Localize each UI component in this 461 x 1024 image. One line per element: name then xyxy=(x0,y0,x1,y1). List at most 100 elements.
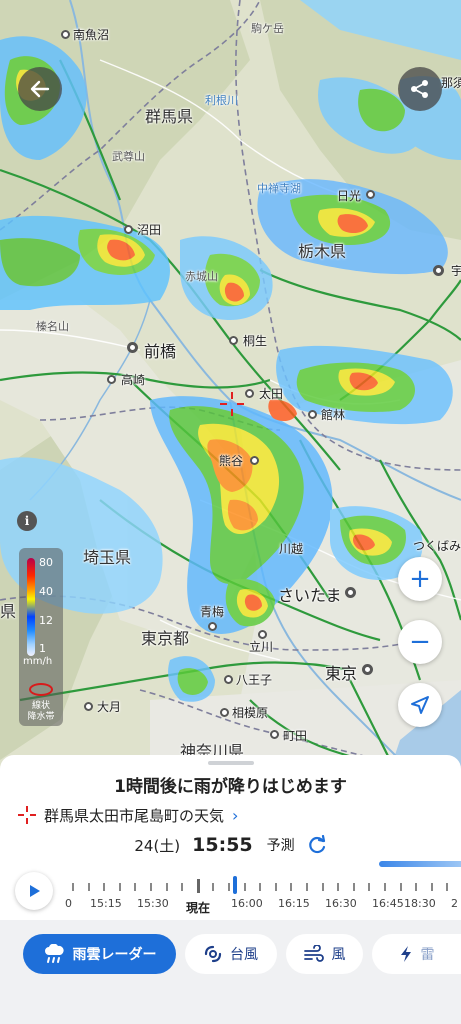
legend-band-label: 線状 xyxy=(31,701,50,711)
back-arrow-icon xyxy=(30,80,50,98)
date-label: 24(土) xyxy=(134,836,181,855)
timeline-now-tick xyxy=(196,879,200,893)
place-numata: 沼田 xyxy=(137,223,162,237)
city-dot xyxy=(124,225,133,234)
place-tokyo: 東京 xyxy=(325,664,358,683)
timeline-label: 16:30 xyxy=(325,897,357,910)
timeline-tick xyxy=(306,883,308,891)
place-misc: 利根川 xyxy=(205,94,238,107)
place-gunma-pref: 群馬県 xyxy=(145,107,194,126)
timeline-tick xyxy=(134,883,137,891)
legend-label: 80 xyxy=(39,556,53,569)
place-saitama: さいたま xyxy=(278,586,342,605)
forecast-headline: 1時間後に雨が降りはじめます xyxy=(114,777,347,797)
place-tanigawa: 武尊山 xyxy=(112,150,145,163)
timeline-tick xyxy=(415,883,418,891)
place-kiryu: 桐生 xyxy=(243,334,268,348)
place-haruna: 榛名山 xyxy=(36,320,69,333)
legend-label: 1 xyxy=(39,642,46,655)
place-takasaki: 高崎 xyxy=(121,373,146,387)
timeline-tick xyxy=(259,883,262,891)
city-dot xyxy=(127,342,138,353)
timeline-label-now: 現在 xyxy=(186,901,211,915)
timeline-label: 18:30 xyxy=(404,897,436,910)
city-dot xyxy=(224,675,233,684)
tab-rain-radar[interactable]: 雨雲レーダー xyxy=(23,934,176,974)
timeline-slider[interactable]: 0 15:15 15:30 現在 16:00 16:15 16:30 16:45… xyxy=(62,873,461,923)
place-chuzenji: 中禅寺湖 xyxy=(257,182,301,195)
city-dot xyxy=(270,730,279,739)
timeline-tick xyxy=(352,883,355,891)
timeline-tick xyxy=(87,883,90,891)
zoom-in-button[interactable]: + xyxy=(398,557,442,601)
city-dot xyxy=(220,708,229,717)
timeline-tick xyxy=(228,883,230,891)
timeline-tick xyxy=(72,883,74,891)
timeline-tick xyxy=(165,883,168,891)
location-link[interactable]: 群馬県太田市尾島町の天気 › xyxy=(18,803,238,827)
tab-wind[interactable]: 風 xyxy=(286,934,363,974)
timeline-cursor[interactable] xyxy=(232,876,237,894)
place-maebashi: 前橋 xyxy=(144,342,177,361)
share-button[interactable] xyxy=(398,67,442,111)
forecast-progress-bar xyxy=(379,861,461,867)
back-button[interactable] xyxy=(18,67,62,111)
place-ome: 青梅 xyxy=(200,605,225,619)
wind-icon xyxy=(303,945,324,962)
legend-color-bar xyxy=(27,558,35,656)
navigation-arrow-icon xyxy=(411,696,429,714)
city-dot xyxy=(208,622,217,631)
place-nikko: 日光 xyxy=(337,189,362,203)
tab-label: 風 xyxy=(331,947,346,963)
city-dot xyxy=(345,587,356,598)
linear-rainband-icon xyxy=(29,683,53,696)
place-komagatake: 駒ケ岳 xyxy=(251,22,284,35)
legend-label: 12 xyxy=(39,614,53,627)
place-kumagaya: 熊谷 xyxy=(219,454,244,468)
place-kawagoe: 川越 xyxy=(279,542,304,556)
city-dot xyxy=(250,456,259,465)
tab-lightning[interactable]: 雷 xyxy=(372,934,461,974)
timeline-tick xyxy=(368,883,371,891)
play-button[interactable] xyxy=(15,872,53,910)
chevron-right-icon: › xyxy=(232,805,239,825)
place-akagi: 赤城山 xyxy=(185,270,218,283)
timeline-tick xyxy=(446,883,449,891)
place-sagamihara: 相模原 xyxy=(232,706,269,720)
tab-typhoon[interactable]: 台風 xyxy=(185,934,277,974)
timeline-label: 16:15 xyxy=(278,897,310,910)
timeline-tick xyxy=(430,883,433,891)
timeline-tick xyxy=(337,883,340,891)
timeline-label: 0 xyxy=(65,897,72,910)
timeline-label: 16:45 xyxy=(372,897,404,910)
rain-legend[interactable]: 80 40 12 1 mm/h 線状 降水帯 xyxy=(19,548,63,726)
tab-label: 雨雲レーダー xyxy=(72,947,157,963)
my-location-button[interactable] xyxy=(398,683,442,727)
time-label: 15:55 xyxy=(192,834,253,856)
zoom-out-button[interactable]: − xyxy=(398,620,442,664)
rain-cloud-icon xyxy=(44,944,64,963)
place-saitama-pref: 埼玉県 xyxy=(83,548,132,567)
city-dot xyxy=(229,336,238,345)
location-name: 群馬県太田市尾島町の天気 xyxy=(44,806,225,825)
place-tatebayashi: 館林 xyxy=(321,408,346,422)
legend-label: 40 xyxy=(39,585,53,598)
refresh-icon[interactable] xyxy=(307,835,327,855)
city-dot xyxy=(84,702,93,711)
place-utsunomiya: 宇 xyxy=(451,264,461,278)
bottom-tabs: 雨雲レーダー 台風 風 雷 xyxy=(0,920,461,1024)
city-dot xyxy=(366,190,375,199)
sheet-grabber[interactable] xyxy=(208,761,254,765)
timeline-label: 2 xyxy=(451,897,458,910)
timeline-tick xyxy=(274,883,277,891)
city-dot xyxy=(433,265,444,276)
timeline-tick xyxy=(181,883,184,891)
place-edge-pref: 県 xyxy=(0,602,17,621)
timeline-label: 15:15 xyxy=(90,897,122,910)
info-icon[interactable]: i xyxy=(17,511,37,531)
tab-label: 台風 xyxy=(230,947,258,963)
place-machida: 町田 xyxy=(283,729,308,743)
radar-map[interactable]: 南魚沼 駒ケ岳 利根川 群馬県 武尊山 中禅寺湖 日光 沼田 栃木県 宇 赤城山… xyxy=(0,0,461,800)
timeline-tick xyxy=(399,883,402,891)
app-root: 南魚沼 駒ケ岳 利根川 群馬県 武尊山 中禅寺湖 日光 沼田 栃木県 宇 赤城山… xyxy=(0,0,461,1024)
